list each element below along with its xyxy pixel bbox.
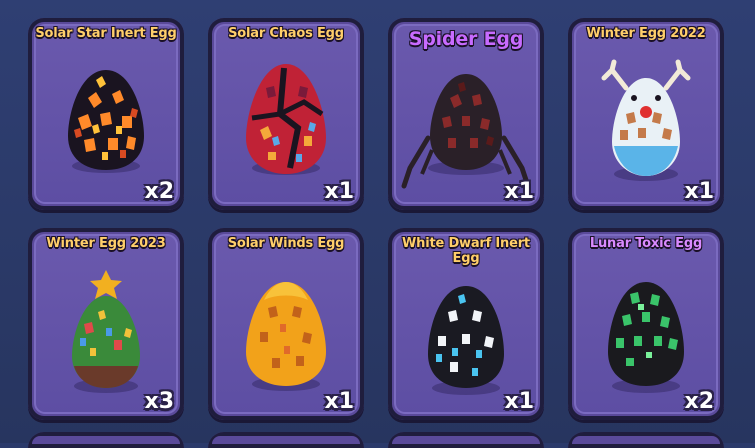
egg-count: x1 [504,179,535,204]
egg-card-partial[interactable] [568,432,724,448]
egg-name: Solar Winds Egg [227,236,345,251]
egg-card-solar-star-inert[interactable]: Solar Star Inert Egg x2 [28,18,184,210]
egg-name: White Dwarf Inert Egg [402,236,530,266]
egg-name: Winter Egg 2023 [46,236,166,251]
egg-name: Winter Egg 2022 [586,26,706,41]
egg-card-winter-2022[interactable]: Winter Egg 2022 x1 [568,18,724,210]
egg-name: Lunar Toxic Egg [589,236,703,251]
egg-count: x1 [324,179,355,204]
egg-card-partial[interactable] [208,432,364,448]
egg-count: x2 [144,179,175,204]
egg-count: x3 [144,389,175,414]
egg-card-white-dwarf-inert[interactable]: White Dwarf Inert Egg x1 [388,228,544,420]
egg-card-spider[interactable]: Spider Egg x1 [388,18,544,210]
egg-name: Spider Egg [408,28,524,50]
egg-card-partial[interactable] [388,432,544,448]
egg-name: Solar Chaos Egg [228,26,344,41]
egg-count: x1 [504,389,535,414]
egg-card-winter-2023[interactable]: Winter Egg 2023 x3 [28,228,184,420]
egg-count: x1 [684,179,715,204]
egg-card-lunar-toxic[interactable]: Lunar Toxic Egg x2 [568,228,724,420]
egg-card-partial[interactable] [28,432,184,448]
egg-card-solar-chaos[interactable]: Solar Chaos Egg x1 [208,18,364,210]
egg-inventory-grid: Solar Star Inert Egg x2 Solar Chaos Egg … [0,0,755,448]
egg-card-solar-winds[interactable]: Solar Winds Egg x1 [208,228,364,420]
egg-count: x2 [684,389,715,414]
egg-count: x1 [324,389,355,414]
egg-name: Solar Star Inert Egg [35,26,177,41]
